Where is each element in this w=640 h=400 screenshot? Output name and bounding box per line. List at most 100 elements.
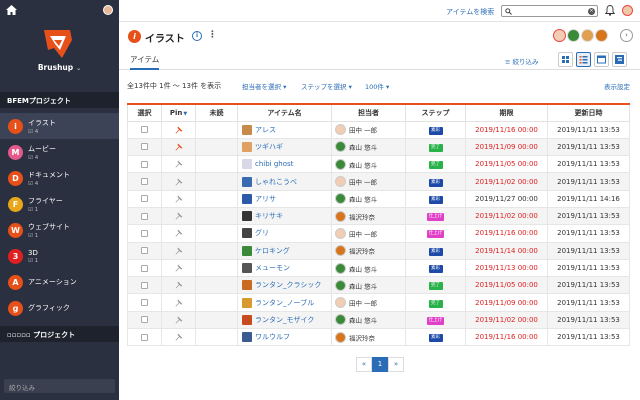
row-checkbox[interactable] [141,333,148,341]
gantt-view-button[interactable] [612,52,627,67]
clear-icon[interactable]: × [588,8,595,15]
table-row[interactable]: ケロキング 福沢玲奈 素彩 2019/11/14 00:00 2019/11/11 13… [127,241,630,260]
pin-icon[interactable] [175,195,183,203]
row-checkbox[interactable] [141,264,148,272]
row-checkbox[interactable] [141,281,148,289]
row-checkbox[interactable] [141,299,148,307]
step-select[interactable]: ステップを選択 ▾ [301,81,352,91]
chevron-right-icon[interactable]: › [620,29,633,42]
col-header-pin[interactable]: Pin▼ [161,103,196,122]
table-row[interactable]: chibi ghost 森山 悠斗 完了 2019/11/05 00:00 2019/1… [127,155,630,174]
row-checkbox[interactable] [141,212,148,220]
table-row[interactable]: ランタン_ノーブル 田中 一郎 完了 2019/11/09 00:00 2019/11/… [127,293,630,312]
col-header-due[interactable]: 期限 [465,103,548,122]
per-page-select[interactable]: 100件 ▾ [365,81,389,91]
step-badge[interactable]: 素彩 [428,265,443,274]
grid-view-button[interactable] [558,52,573,67]
pin-icon[interactable] [175,281,183,289]
sidebar-item[interactable]: g グラフィック [0,295,119,321]
step-badge[interactable]: 素彩 [428,126,443,135]
account-avatar[interactable] [622,5,633,16]
step-badge[interactable]: 完了 [428,299,443,308]
col-header-assignee[interactable]: 担当者 [331,103,406,122]
pin-icon[interactable] [175,126,183,134]
display-settings-link[interactable]: 表示設定 [604,81,630,91]
col-header-updated[interactable]: 更新日時 [547,103,630,122]
item-name-link[interactable]: ツギハギ [255,143,283,151]
step-badge[interactable]: 仕上げ [426,230,445,239]
item-name-link[interactable]: アリサ [255,195,276,203]
home-icon[interactable] [6,5,17,15]
row-checkbox[interactable] [141,229,148,237]
step-badge[interactable]: 仕上げ [426,316,445,325]
item-name-link[interactable]: しゃれこうべ [255,178,297,186]
col-header-select[interactable]: 選択 [127,103,162,122]
row-checkbox[interactable] [141,316,148,324]
table-row[interactable]: メューモン 森山 悠斗 素彩 2019/11/13 00:00 2019/11/11 1… [127,258,630,278]
search-input[interactable]: × [501,5,598,17]
step-badge[interactable]: 完了 [428,143,443,152]
member-avatar[interactable] [553,29,566,42]
table-row[interactable]: ツギハギ 森山 悠斗 完了 2019/11/09 00:00 2019/11/11 13… [127,137,630,157]
col-header-unread[interactable]: 未読 [195,103,238,122]
table-row[interactable]: ワルウルフ 福沢玲奈 素彩 2019/11/16 00:00 2019/11/11 13… [127,328,630,347]
step-badge[interactable]: 仕上げ [426,213,445,222]
item-thumbnail[interactable] [242,228,252,239]
sidebar-item[interactable]: i イラスト ☑ 4 [0,113,119,139]
row-checkbox[interactable] [141,126,148,134]
sidebar-item[interactable]: M ムービー ☑ 4 [0,139,119,165]
step-badge[interactable]: 素彩 [428,178,443,187]
col-header-item-name[interactable]: アイテム名 [237,103,332,122]
page-next-button[interactable]: » [388,357,404,372]
row-checkbox[interactable] [141,247,148,255]
item-thumbnail[interactable] [242,141,252,152]
step-badge[interactable]: 素彩 [428,334,443,343]
pin-icon[interactable] [175,316,183,324]
item-thumbnail[interactable] [242,263,252,274]
page-prev-button[interactable]: « [356,357,372,372]
item-name-link[interactable]: ケロキング [255,247,290,255]
row-checkbox[interactable] [141,143,148,151]
brand-switcher[interactable]: Brushup ⌄ [0,63,119,72]
table-row[interactable]: アリサ 森山 悠斗 素彩 2019/11/27 00:00 2019/11/11 14:… [127,189,630,208]
sidebar-item[interactable]: D ドキュメント ☑ 4 [0,165,119,191]
item-name-link[interactable]: キリサキ [255,212,283,220]
calendar-view-button[interactable] [594,52,609,67]
item-name-link[interactable]: ランタン_モザイク [255,316,314,324]
project-header-bfem[interactable]: BFEMプロジェクト [0,92,119,108]
table-row[interactable]: グリ 田中 一郎 仕上げ 2019/11/16 00:00 2019/11/11 13:… [127,224,630,243]
item-name-link[interactable]: グリ [255,229,269,237]
col-header-step[interactable]: ステップ [405,103,466,122]
step-badge[interactable]: 素彩 [428,195,443,204]
table-row[interactable]: しゃれこうべ 田中 一郎 素彩 2019/11/02 00:00 2019/11/11 … [127,172,630,191]
item-thumbnail[interactable] [242,245,252,256]
user-avatar[interactable] [103,5,113,15]
item-thumbnail[interactable] [242,211,252,222]
step-badge[interactable]: 完了 [428,282,443,291]
step-badge[interactable]: 素彩 [428,247,443,256]
member-avatar[interactable] [595,29,608,42]
item-thumbnail[interactable] [242,297,252,308]
pin-icon[interactable] [175,143,183,151]
item-name-link[interactable]: chibi ghost [255,160,293,168]
pin-icon[interactable] [175,247,183,255]
project-header-other[interactable]: ▫▫▫▫▫ プロジェクト [0,326,119,342]
pin-icon[interactable] [175,333,183,341]
pin-icon[interactable] [175,178,183,186]
item-search-link[interactable]: アイテムを検索 [446,7,494,17]
item-thumbnail[interactable] [242,314,252,325]
filter-toggle[interactable]: ≡ 絞り込み [505,56,539,66]
item-thumbnail[interactable] [242,159,252,170]
sidebar-filter-input[interactable]: 絞り込み [4,379,115,393]
table-row[interactable]: ランタン_モザイク 森山 悠斗 仕上げ 2019/11/02 00:00 2019/11… [127,310,630,330]
sidebar-item[interactable]: A アニメーション [0,269,119,295]
table-row[interactable]: アレス 田中 一郎 素彩 2019/11/16 00:00 2019/11/11 13:… [127,120,630,139]
list-view-button[interactable] [576,52,591,67]
info-icon[interactable]: i [192,31,202,41]
tab-items[interactable]: アイテム [130,54,160,70]
item-thumbnail[interactable] [242,176,252,187]
pin-icon[interactable] [175,299,183,307]
item-name-link[interactable]: ランタン_ノーブル [255,299,314,307]
row-checkbox[interactable] [141,178,148,186]
row-checkbox[interactable] [141,160,148,168]
